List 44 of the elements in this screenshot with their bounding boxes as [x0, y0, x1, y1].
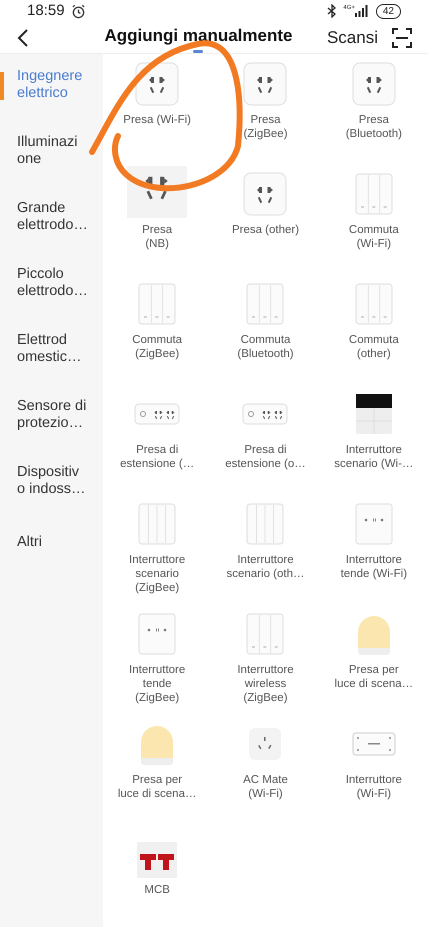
category-item[interactable]: Elettrod omestic… — [0, 332, 82, 366]
socket-icon — [241, 60, 290, 108]
socket-icon — [241, 170, 290, 218]
device-label[interactable]: Presa (NB) — [142, 223, 172, 251]
device-label[interactable]: Interruttore scenario (Wi-… — [334, 443, 414, 471]
category-item[interactable]: Piccolo elettrodo… — [0, 266, 88, 300]
socket-icon — [350, 60, 398, 108]
category-item[interactable]: Sensore di protezio… — [0, 398, 86, 432]
category-item[interactable]: Illuminazi one — [0, 134, 78, 168]
device-label[interactable]: Presa (Wi-Fi) — [123, 113, 192, 127]
device-label[interactable]: AC Mate (Wi-Fi) — [243, 773, 288, 801]
page-title: Aggiungi manualmente — [104, 24, 292, 47]
breaker-icon — [137, 842, 178, 878]
socket-icon — [133, 60, 182, 108]
signal-icon — [354, 5, 369, 18]
back-icon[interactable] — [16, 28, 30, 48]
bluetooth-icon — [327, 4, 338, 18]
device-label[interactable]: Presa (ZigBee) — [243, 113, 288, 141]
device-label[interactable]: Interruttore tende (ZigBee) — [129, 663, 186, 705]
scan-button[interactable]: Scansi — [326, 25, 378, 50]
device-label[interactable]: Presa per luce di scena… — [118, 773, 196, 801]
device-label[interactable]: Presa di estensione (… — [120, 443, 194, 471]
device-label[interactable]: Commuta (Wi-Fi) — [348, 223, 399, 251]
device-label[interactable]: Presa (Bluetooth) — [346, 113, 402, 141]
category-item[interactable]: Grande elettrodo… — [0, 200, 88, 234]
device-label[interactable]: Commuta (other) — [348, 333, 399, 361]
device-label[interactable]: Interruttore (Wi-Fi) — [346, 773, 402, 801]
alarm-icon — [70, 4, 86, 19]
device-label[interactable]: Presa per luce di scena… — [334, 663, 414, 691]
device-label[interactable]: Interruttore scenario (oth… — [226, 553, 304, 581]
status-time: 18:59 — [27, 1, 65, 21]
device-label[interactable]: Presa (other) — [232, 223, 300, 237]
device-label[interactable]: Interruttore scenario (ZigBee) — [129, 553, 186, 595]
scan-icon[interactable] — [392, 28, 412, 48]
device-label[interactable]: Commuta (Bluetooth) — [237, 333, 294, 361]
device-label[interactable]: Presa di estensione (o… — [225, 443, 306, 471]
category-item[interactable]: Ingegnere elettrico — [0, 68, 82, 102]
category-item[interactable]: Dispositiv o indoss… — [0, 464, 86, 498]
battery-indicator: 42 — [376, 4, 401, 19]
device-label[interactable]: Interruttore tende (Wi-Fi) — [340, 553, 408, 581]
device-label[interactable]: MCB — [144, 883, 170, 897]
category-item[interactable]: Altri — [0, 534, 42, 551]
device-label[interactable]: Interruttore wireless (ZigBee) — [237, 663, 294, 705]
device-label[interactable]: Commuta (ZigBee) — [132, 333, 182, 361]
